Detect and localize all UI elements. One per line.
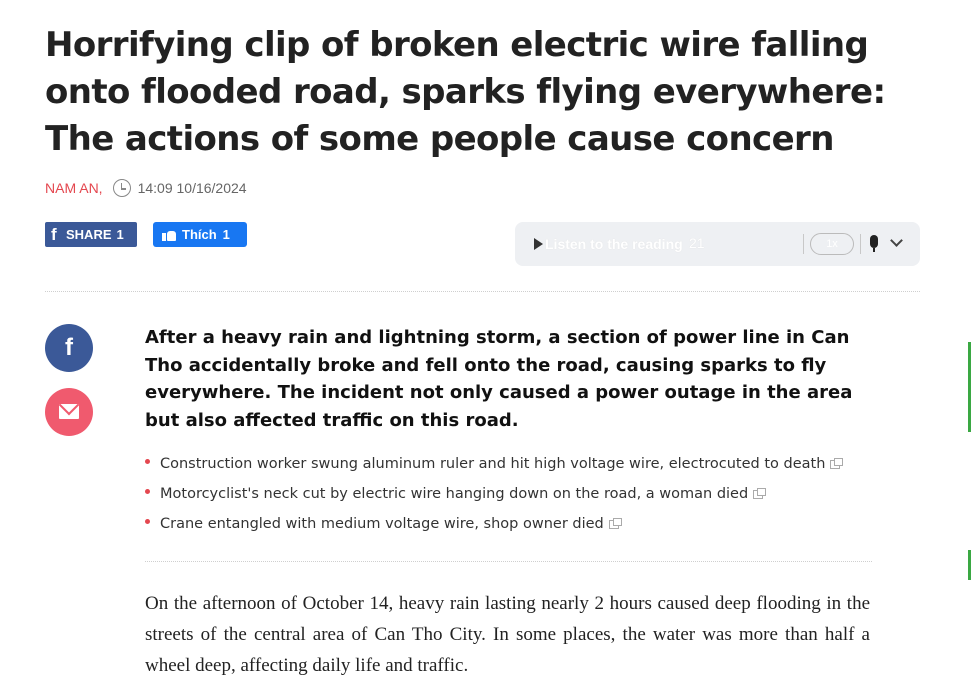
facebook-share-circle[interactable]: f (45, 324, 93, 372)
related-articles: Construction worker swung aluminum ruler… (145, 453, 875, 543)
clock-icon (112, 179, 131, 197)
mail-icon (59, 404, 79, 419)
article-body: On the afternoon of October 14, heavy ra… (145, 593, 870, 676)
chevron-down-icon[interactable] (890, 234, 903, 247)
related-article-link[interactable]: Crane entangled with medium voltage wire… (145, 513, 875, 543)
audio-player: Listen to the reading 21 1x (515, 222, 920, 266)
external-link-icon (608, 517, 622, 529)
play-icon[interactable] (534, 238, 543, 250)
like-count: 1 (222, 227, 230, 242)
microphone-icon[interactable] (870, 235, 878, 248)
thumbs-up-icon (162, 228, 176, 241)
header-divider (45, 291, 920, 292)
facebook-icon: f (65, 334, 73, 361)
divider (860, 234, 861, 254)
article-title: Horrifying clip of broken electric wire … (45, 25, 886, 159)
article-summary: After a heavy rain and lightning storm, … (145, 327, 853, 431)
like-label: Thích (182, 227, 217, 242)
audio-duration: 21 (689, 235, 705, 251)
speed-selector[interactable]: 1x (810, 233, 854, 255)
audio-label: Listen to the reading (545, 236, 683, 252)
facebook-like-button[interactable]: Thích 1 (153, 222, 247, 247)
article-meta: NAM AN, 14:09 10/16/2024 (45, 179, 247, 197)
publish-time: 14:09 10/16/2024 (137, 180, 247, 196)
divider (803, 234, 804, 254)
facebook-share-button[interactable]: f SHARE 1 (45, 222, 137, 247)
related-divider (145, 561, 872, 562)
external-link-icon (830, 457, 844, 469)
email-share-circle[interactable] (45, 388, 93, 436)
related-article-link[interactable]: Construction worker swung aluminum ruler… (145, 453, 875, 483)
facebook-share-count: 1 (116, 227, 124, 242)
author-link[interactable]: NAM AN, (45, 180, 103, 196)
microphone-stem (873, 248, 875, 252)
facebook-share-label: SHARE (66, 227, 112, 242)
facebook-icon: f (51, 224, 57, 244)
external-link-icon (753, 487, 767, 499)
related-article-link[interactable]: Motorcyclist's neck cut by electric wire… (145, 483, 875, 513)
